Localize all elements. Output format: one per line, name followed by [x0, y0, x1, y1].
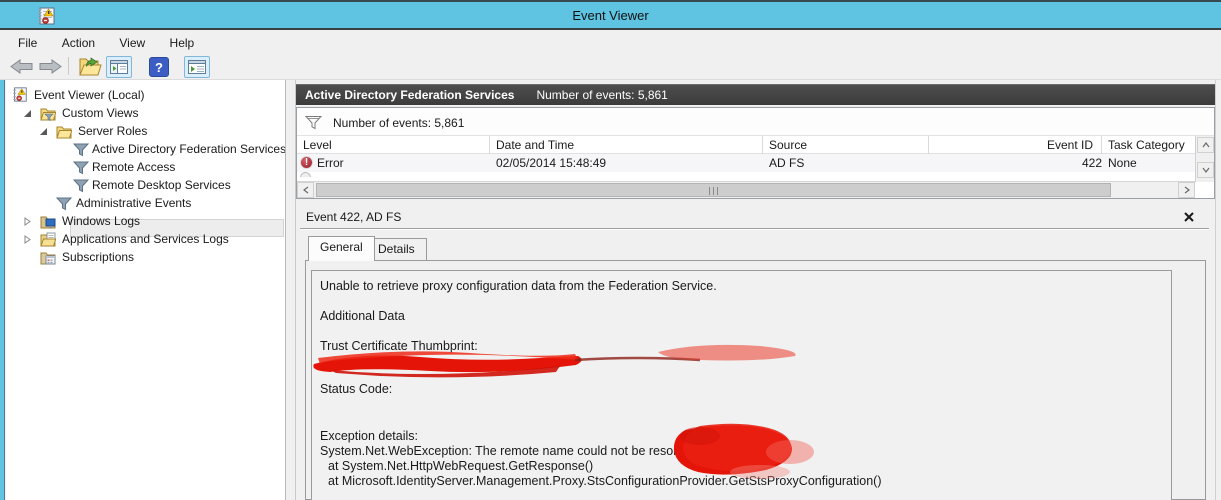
- window-left-border: [0, 80, 5, 500]
- filter-icon: [73, 160, 89, 175]
- filter-icon: [73, 178, 89, 193]
- filter-icon: [73, 142, 89, 157]
- tab-details[interactable]: Details: [366, 238, 427, 261]
- task-category-cell: None: [1102, 154, 1195, 172]
- column-header-task-category[interactable]: Task Category: [1102, 136, 1195, 154]
- vertical-scrollbar[interactable]: [1195, 136, 1214, 182]
- message-line: at Microsoft.IdentityServer.Management.P…: [328, 474, 882, 488]
- level-cell: ! Error: [297, 154, 490, 172]
- detail-divider: [300, 228, 1209, 230]
- event-id-cell: 422: [929, 154, 1102, 172]
- event-viewer-icon: [12, 87, 28, 102]
- message-line: System.Net.WebException: The remote name…: [320, 444, 700, 458]
- datetime-cell: 02/05/2014 15:48:49: [490, 154, 763, 172]
- filter-summary-row[interactable]: Number of events: 5,861: [297, 108, 1214, 136]
- error-icon: !: [300, 156, 313, 169]
- tree-label: Administrative Events: [76, 196, 191, 210]
- window-right-border: [1215, 80, 1221, 500]
- tree-label: Applications and Services Logs: [62, 232, 229, 246]
- collapsed-triangle-icon[interactable]: [23, 235, 32, 244]
- tree-item-remote-desktop-services[interactable]: Remote Desktop Services: [6, 176, 285, 194]
- filter-summary-text: Number of events: 5,861: [333, 116, 464, 130]
- menu-view[interactable]: View: [119, 32, 145, 50]
- custom-views-folder-icon: [40, 106, 56, 121]
- message-line: at System.Net.HttpWebRequest.GetResponse…: [328, 459, 593, 473]
- message-line: Status Code:: [320, 382, 392, 396]
- subscriptions-icon: [40, 250, 56, 265]
- applications-logs-folder-icon: [40, 232, 56, 247]
- menu-action[interactable]: Action: [62, 32, 95, 50]
- column-header-source[interactable]: Source: [763, 136, 929, 154]
- level-text: Error: [317, 156, 344, 170]
- event-list: Number of events: 5,861 Level Date and T…: [296, 107, 1215, 199]
- tree-item-subscriptions[interactable]: Subscriptions: [6, 248, 285, 266]
- next-row-partial-icon: [300, 172, 312, 177]
- toolbar-separator: [68, 57, 69, 75]
- scroll-right-button[interactable]: [1178, 182, 1195, 198]
- horizontal-scroll-thumb[interactable]: [316, 183, 1111, 197]
- panel-splitter[interactable]: [285, 80, 296, 500]
- folder-icon: [56, 124, 72, 139]
- tree-label: Remote Desktop Services: [92, 178, 231, 192]
- tree-label: Server Roles: [78, 124, 147, 138]
- filter-icon: [56, 196, 72, 211]
- tree-label: Active Directory Federation Services: [92, 142, 286, 156]
- expanded-triangle-icon[interactable]: [39, 127, 48, 136]
- filter-icon: [305, 115, 322, 130]
- event-message-box[interactable]: Unable to retrieve proxy configuration d…: [311, 270, 1172, 500]
- message-line: Exception details:: [320, 429, 418, 443]
- back-icon[interactable]: [10, 59, 34, 74]
- open-saved-log-icon[interactable]: [78, 57, 102, 77]
- source-cell: AD FS: [763, 154, 929, 172]
- results-header-band: Active Directory Federation Services Num…: [296, 84, 1215, 105]
- event-viewer-window: Event Viewer File Action View Help: [0, 0, 1221, 500]
- scroll-down-button[interactable]: [1197, 162, 1214, 178]
- tree-label: Custom Views: [62, 106, 138, 120]
- message-line: Additional Data: [320, 309, 405, 323]
- results-header-count: Number of events: 5,861: [536, 88, 667, 102]
- message-line: Unable to retrieve proxy configuration d…: [320, 279, 717, 293]
- tab-general[interactable]: General: [308, 236, 375, 261]
- forward-icon[interactable]: [38, 59, 62, 74]
- message-line: Trust Certificate Thumbprint:: [320, 339, 478, 353]
- tree-item-windows-logs[interactable]: Windows Logs: [6, 212, 285, 230]
- menu-help[interactable]: Help: [170, 32, 195, 50]
- help-icon[interactable]: ?: [149, 57, 169, 77]
- table-header: Level Date and Time Source Event ID Task…: [297, 136, 1195, 154]
- results-header-title: Active Directory Federation Services: [305, 88, 514, 102]
- tree-label: Windows Logs: [62, 214, 140, 228]
- tree-item-applications-services-logs[interactable]: Applications and Services Logs: [6, 230, 285, 248]
- menu-bar: File Action View Help: [0, 32, 1221, 53]
- expanded-triangle-icon[interactable]: [23, 109, 32, 118]
- general-tab-content: Unable to retrieve proxy configuration d…: [305, 260, 1206, 500]
- tree-item-administrative-events[interactable]: Administrative Events: [6, 194, 285, 212]
- action-pane-toggle-icon[interactable]: [184, 56, 210, 78]
- column-header-date[interactable]: Date and Time: [490, 136, 763, 154]
- console-tree-toggle-icon[interactable]: [106, 56, 132, 78]
- detail-pane-title: Event 422, AD FS: [306, 210, 401, 224]
- collapsed-triangle-icon[interactable]: [23, 217, 32, 226]
- horizontal-scrollbar[interactable]: [297, 181, 1195, 198]
- toolbar: ?: [0, 53, 1221, 80]
- console-tree: Event Viewer (Local) Custom Views Server…: [6, 80, 285, 500]
- column-header-event-id[interactable]: Event ID: [929, 136, 1102, 154]
- column-header-level[interactable]: Level: [297, 136, 490, 154]
- close-icon[interactable]: [1183, 211, 1195, 223]
- menu-file[interactable]: File: [18, 32, 37, 50]
- table-row[interactable]: ! Error 02/05/2014 15:48:49 AD FS 422 No…: [297, 154, 1195, 172]
- event-detail-pane: Event 422, AD FS General Details Unable …: [296, 203, 1215, 500]
- scroll-up-button[interactable]: [1197, 137, 1214, 153]
- tree-item-remote-access[interactable]: Remote Access: [6, 158, 285, 176]
- tree-item-server-roles[interactable]: Server Roles: [6, 122, 285, 140]
- tree-label: Event Viewer (Local): [34, 88, 145, 102]
- tree-item-custom-views[interactable]: Custom Views: [6, 104, 285, 122]
- tree-label: Remote Access: [92, 160, 175, 174]
- windows-logs-icon: [40, 214, 56, 229]
- window-title: Event Viewer: [0, 8, 1221, 23]
- scroll-left-button[interactable]: [297, 182, 314, 198]
- tree-item-event-viewer-local[interactable]: Event Viewer (Local): [6, 86, 285, 104]
- title-bar[interactable]: Event Viewer: [0, 0, 1221, 30]
- tree-item-adfs[interactable]: Active Directory Federation Services: [6, 140, 285, 158]
- tree-label: Subscriptions: [62, 250, 134, 264]
